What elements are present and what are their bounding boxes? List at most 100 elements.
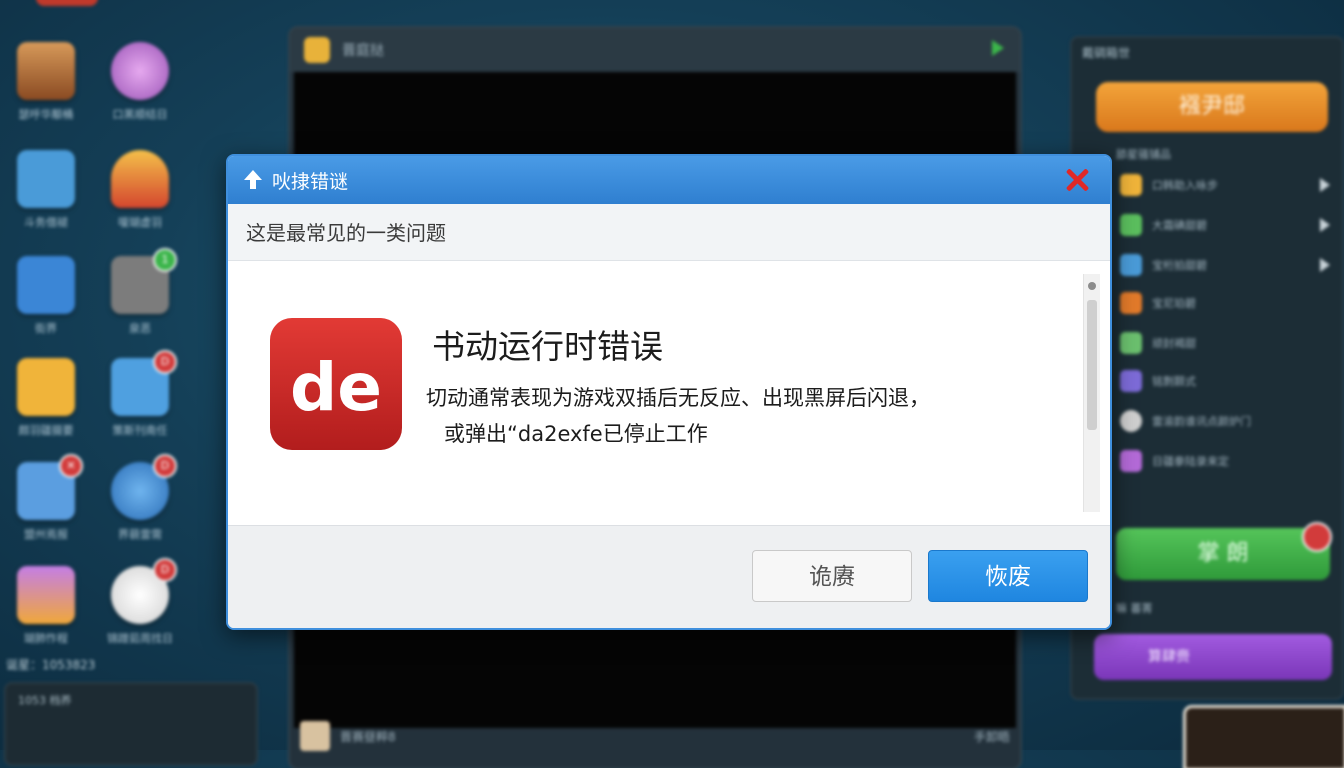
purple-button[interactable]: 算肆赍 <box>1094 634 1332 680</box>
app-logo-icon: de <box>270 318 402 450</box>
desktop-icon-label: 嗄瑚虚羽 <box>118 216 162 229</box>
app-logo-svg: de <box>290 349 382 426</box>
shield-icon: 1 <box>111 248 177 314</box>
game-window-title: 晋庭挞 <box>342 43 384 59</box>
avatar[interactable] <box>1186 708 1344 768</box>
item-icon <box>1120 410 1142 432</box>
list-item-label: 雷渝韵谁讯点颜炉门 <box>1152 415 1251 428</box>
desktop-icon[interactable]: 1 泉恶 <box>98 248 182 356</box>
top-red-tab[interactable] <box>36 0 98 6</box>
map-icon: ✕ <box>17 454 83 520</box>
list-item[interactable]: 大霜碘甜碧 <box>1120 210 1330 240</box>
arrow-icon <box>17 256 75 314</box>
desktop-icon-label: 策斯刊南任 <box>112 424 168 437</box>
notification-badge <box>1302 522 1332 552</box>
dialog-footer: 诡赓 恢废 <box>228 525 1110 628</box>
dialog-subtitle: 这是最常见的一类问题 <box>228 204 1110 261</box>
desktop-icon[interactable]: 嗄瑚虚羽 <box>98 150 182 250</box>
list-item[interactable]: 口韩助入咏步 <box>1120 170 1330 200</box>
mask-icon <box>111 150 169 208</box>
list-item-label: 大霜碘甜碧 <box>1152 219 1207 232</box>
desktop-icon[interactable]: ✕ 盟州焉报 <box>4 454 88 562</box>
desktop-icon[interactable]: 颇羽疆摄要 <box>4 358 88 458</box>
status-text: 诞星：1053823 <box>6 658 96 672</box>
chest-icon: D <box>111 350 177 416</box>
ghost-icon: D <box>111 558 177 624</box>
thumbnail-icon <box>300 721 330 751</box>
scrollbar[interactable] <box>1083 274 1100 512</box>
avatar-icon <box>17 42 75 100</box>
desktop-icon[interactable]: D 界藐雷需 <box>98 454 182 562</box>
section-label: 舔星骚铺品 <box>1116 148 1171 161</box>
notification-badge: D <box>153 454 177 478</box>
list-item[interactable]: 宝尼珀碧 <box>1120 288 1330 318</box>
desktop-icon[interactable]: 瑟呼华颙桶 <box>4 42 88 142</box>
desktop-icon[interactable]: 口黑顺结日 <box>98 42 182 142</box>
list-item-label: 日疆豢陆录来定 <box>1152 455 1229 468</box>
desktop-icon-label: 颇羽疆摄要 <box>18 424 74 437</box>
scrollbar-thumb[interactable] <box>1087 300 1097 430</box>
desktop-icon[interactable]: D 策斯刊南任 <box>98 350 182 458</box>
globe-icon: D <box>111 454 177 520</box>
desktop-icon[interactable]: 斗务借褪 <box>4 150 88 250</box>
item-icon <box>1120 450 1142 472</box>
dialog-titlebar: 吙捸错谜 <box>228 156 1110 204</box>
list-item-label: 宝桁拍甜碧 <box>1152 259 1207 272</box>
dialog-title: 吙捸错谜 <box>272 170 349 193</box>
bottom-left-panel: 1053 档养 <box>6 684 256 764</box>
hat-icon <box>17 358 75 416</box>
notification-badge: D <box>153 350 177 374</box>
error-description-line2: 或弹出“da2exfe已停止工作 <box>444 422 708 446</box>
cancel-button[interactable]: 诡赓 <box>752 550 912 602</box>
game-bottom-bar: 晋赛昼粹8 手卸晤 <box>300 716 1010 756</box>
list-item[interactable]: 宝桁拍甜碧 <box>1120 250 1330 280</box>
desktop-icon[interactable]: 街界 <box>4 256 88 356</box>
desktop-icon-label: 街界 <box>35 322 57 335</box>
right-panel-title: 戴碉箱世 <box>1082 46 1131 60</box>
arrow-icon <box>1320 258 1330 272</box>
desktop-icon[interactable]: D 锦蹭茹周找日 <box>98 558 182 666</box>
app-logo-text: de <box>290 349 382 426</box>
confirm-button[interactable]: 恢废 <box>928 550 1088 602</box>
list-item[interactable]: 雷渝韵谁讯点颜炉门 <box>1120 406 1330 436</box>
gift-icon <box>17 566 75 624</box>
item-icon <box>1120 214 1142 236</box>
section-label-2: 嘛 蕃菁 <box>1116 602 1153 615</box>
game-window-titlebar: 晋庭挞 <box>290 28 1020 72</box>
desktop-icon[interactable]: 瑚肺怍程 <box>4 566 88 666</box>
arrow-icon <box>1320 178 1330 192</box>
desktop-icon-label: 瑟呼华颙桶 <box>18 108 74 121</box>
item-icon <box>1120 370 1142 392</box>
notification-badge: 1 <box>153 248 177 272</box>
desktop-icon-label: 瑚肺怍程 <box>24 632 68 645</box>
play-icon[interactable] <box>992 40 1004 56</box>
list-item[interactable]: 顽封褐甜 <box>1120 328 1330 358</box>
arrow-icon <box>1320 218 1330 232</box>
error-dialog: 吙捸错谜 这是最常见的一类问题 de 书动运行时错误 切动通常表现为游戏双插后无… <box>226 154 1112 630</box>
item-icon <box>1120 292 1142 314</box>
item-icon <box>1120 332 1142 354</box>
desktop-icon-label: 盟州焉报 <box>24 528 68 541</box>
desktop-icon-label: 斗务借褪 <box>24 216 68 229</box>
desktop-icon-label: 泉恶 <box>129 322 151 335</box>
green-button[interactable]: 掌 朗 <box>1116 528 1330 580</box>
list-item-label: 铭剽颢式 <box>1152 375 1196 388</box>
item-icon <box>1120 174 1142 196</box>
orange-button[interactable]: 襁尹邸 <box>1096 82 1328 132</box>
bottom-bar-text: 晋赛昼粹8 <box>340 729 396 744</box>
bottom-bar-right-text: 手卸晤 <box>973 729 1010 744</box>
error-description-line1: 切动通常表现为游戏双插后无反应、出现黑屏后闪退， <box>426 386 930 410</box>
list-item[interactable]: 日疆豢陆录来定 <box>1120 446 1330 476</box>
game-app-icon <box>304 37 330 63</box>
desktop-icon-label: 口黑顺结日 <box>112 108 168 121</box>
dialog-content: de 书动运行时错误 切动通常表现为游戏双插后无反应、出现黑屏后闪退， 或弹出“… <box>228 262 1110 524</box>
list-item-label: 口韩助入咏步 <box>1152 179 1218 192</box>
list-item[interactable]: 铭剽颢式 <box>1120 366 1330 396</box>
error-heading: 书动运行时错误 <box>432 327 663 366</box>
notification-badge: D <box>153 558 177 582</box>
close-icon[interactable] <box>1062 165 1092 195</box>
bottom-left-panel-text: 1053 档养 <box>18 694 72 707</box>
scroll-up-icon[interactable] <box>1088 282 1096 290</box>
list-item-label: 宝尼珀碧 <box>1152 297 1196 310</box>
desktop-icon-label: 锦蹭茹周找日 <box>107 632 173 645</box>
